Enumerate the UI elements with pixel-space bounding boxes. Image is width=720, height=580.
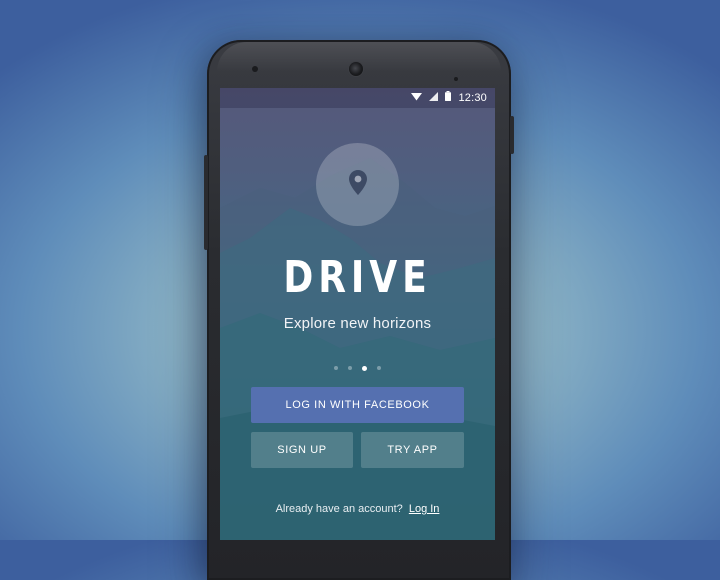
page-dot[interactable] xyxy=(377,366,381,370)
power-button xyxy=(204,155,208,250)
app-title: DRIVE xyxy=(283,252,432,303)
volume-button xyxy=(510,116,514,154)
page-dot[interactable] xyxy=(348,366,352,370)
facebook-login-button[interactable]: LOG IN WITH FACEBOOK xyxy=(251,387,464,423)
page-dot-active[interactable] xyxy=(362,365,367,371)
page-dot[interactable] xyxy=(334,366,338,370)
phone-screen: 12:30 DRIVE Explore new horizons LOG IN … xyxy=(220,88,495,540)
front-camera-icon xyxy=(349,62,363,76)
wifi-icon xyxy=(411,92,423,104)
app-logo xyxy=(316,143,399,226)
log-in-link[interactable]: Log In xyxy=(409,503,440,515)
page-indicator xyxy=(220,365,495,371)
try-app-button[interactable]: TRY APP xyxy=(361,432,464,468)
login-prompt-text: Already have an account? xyxy=(275,503,403,515)
app-tagline: Explore new horizons xyxy=(283,315,432,332)
map-pin-icon xyxy=(348,169,367,200)
login-prompt: Already have an account? Log In xyxy=(220,503,495,515)
sensor-dots xyxy=(454,68,468,99)
battery-icon xyxy=(445,91,452,104)
status-bar: 12:30 xyxy=(220,88,495,108)
status-time: 12:30 xyxy=(458,91,487,104)
proximity-sensor xyxy=(252,66,258,72)
signal-icon xyxy=(429,91,439,104)
sign-up-button[interactable]: SIGN UP xyxy=(251,432,353,468)
